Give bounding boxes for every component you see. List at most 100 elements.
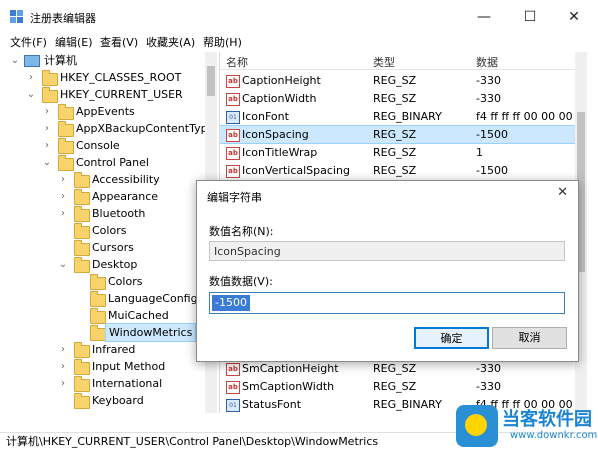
cancel-button[interactable]: 取消: [492, 327, 567, 349]
value-data: -330: [476, 74, 501, 87]
value-row[interactable]: 01 IconFont REG_BINARY f4 ff ff ff 00 00…: [220, 108, 575, 125]
tree-node-appxbackup[interactable]: › AppXBackupContentType: [0, 120, 214, 137]
maximize-button[interactable]: ☐: [516, 6, 544, 28]
chevron-down-icon[interactable]: ⌄: [26, 86, 36, 103]
folder-icon: [74, 189, 90, 205]
folder-icon: [42, 70, 58, 86]
tree-node-appevents[interactable]: › AppEvents: [0, 103, 205, 120]
folder-icon: [58, 121, 74, 137]
folder-icon: [74, 240, 90, 256]
value-name-label: 数值名称(N):: [209, 225, 274, 238]
status-bar: 计算机\HKEY_CURRENT_USER\Control Panel\Desk…: [0, 432, 598, 451]
tree-node-languageconfig[interactable]: LanguageConfigu: [0, 290, 205, 307]
tree-node-keyboard[interactable]: Keyboard: [0, 392, 205, 409]
menu-favorites[interactable]: 收藏夹(A): [146, 34, 195, 50]
chevron-right-icon[interactable]: ›: [58, 205, 68, 222]
chevron-right-icon[interactable]: ›: [42, 103, 52, 120]
status-path: 计算机\HKEY_CURRENT_USER\Control Panel\Desk…: [6, 435, 379, 448]
tree-node-computer[interactable]: ⌄ 计算机: [0, 52, 205, 69]
tree-node-muicached[interactable]: MuiCached: [0, 307, 205, 324]
tree-node-international[interactable]: › International: [0, 375, 205, 392]
chevron-right-icon[interactable]: ›: [58, 188, 68, 205]
tree-label: AppXBackupContentType: [76, 122, 215, 135]
tree-label: HKEY_CURRENT_USER: [60, 88, 183, 101]
tree-node-bluetooth[interactable]: › Bluetooth: [0, 205, 205, 222]
tree-label: Input Method: [92, 360, 166, 373]
folder-icon: [90, 274, 106, 290]
folder-icon: [74, 359, 90, 375]
tree-node-hkcu[interactable]: ⌄ HKEY_CURRENT_USER: [0, 86, 205, 103]
chevron-right-icon[interactable]: ›: [42, 120, 52, 137]
folder-icon: [58, 155, 74, 171]
value-type: REG_SZ: [373, 164, 417, 177]
chevron-right-icon[interactable]: ›: [58, 358, 68, 375]
value-row[interactable]: ab IconTitleWrap REG_SZ 1: [220, 144, 575, 161]
chevron-right-icon[interactable]: ›: [42, 137, 52, 154]
menu-view[interactable]: 查看(V): [100, 34, 138, 50]
menu-file[interactable]: 文件(F): [10, 34, 47, 50]
minimize-button[interactable]: —: [470, 6, 498, 28]
dialog-title: 编辑字符串: [207, 191, 262, 204]
tree-node-colors[interactable]: Colors: [0, 222, 205, 239]
column-header-type[interactable]: 类型: [373, 54, 395, 70]
value-row[interactable]: ab IconVerticalSpacing REG_SZ -1500: [220, 162, 575, 179]
value-data: -330: [476, 380, 501, 393]
value-row[interactable]: ab SmCaptionWidth REG_SZ -330: [220, 378, 575, 395]
watermark-url: www.downkr.com: [510, 430, 598, 441]
chevron-right-icon[interactable]: ›: [26, 69, 36, 86]
chevron-right-icon[interactable]: ›: [58, 375, 68, 392]
close-button[interactable]: ✕: [560, 6, 588, 28]
menu-edit[interactable]: 编辑(E): [55, 34, 93, 50]
tree-node-desktop-colors[interactable]: Colors: [0, 273, 205, 290]
chevron-right-icon[interactable]: ›: [58, 341, 68, 358]
tree-label: LanguageConfigu: [108, 292, 205, 305]
folder-icon: [58, 138, 74, 154]
tree-node-input-method[interactable]: › Input Method: [0, 358, 205, 375]
tree-node-control-panel[interactable]: ⌄ Control Panel: [0, 154, 205, 171]
value-name: IconFont: [242, 110, 289, 123]
value-data: -330: [476, 362, 501, 375]
value-type: REG_SZ: [373, 362, 417, 375]
tree-node-hkcr[interactable]: › HKEY_CLASSES_ROOT: [0, 69, 205, 86]
tree-label: Desktop: [92, 258, 138, 271]
chevron-down-icon[interactable]: ⌄: [42, 154, 52, 171]
folder-icon: [90, 291, 106, 307]
tree-node-cursors[interactable]: Cursors: [0, 239, 205, 256]
tree-node-accessibility[interactable]: › Accessibility: [0, 171, 205, 188]
tree-label: Colors: [108, 275, 143, 288]
value-row-selected[interactable]: ab IconSpacing REG_SZ -1500: [220, 125, 575, 144]
binary-value-icon: 01: [226, 399, 240, 412]
value-row[interactable]: ab CaptionHeight REG_SZ -330: [220, 72, 575, 89]
menu-bar: 文件(F) 编辑(E) 查看(V) 收藏夹(A) 帮助(H): [0, 34, 598, 50]
tree-scrollbar-thumb[interactable]: [207, 66, 215, 96]
dialog-close-button[interactable]: ✕: [557, 185, 568, 200]
tree-label: International: [92, 377, 163, 390]
folder-icon: [58, 104, 74, 120]
value-row[interactable]: ab CaptionWidth REG_SZ -330: [220, 90, 575, 107]
menu-help[interactable]: 帮助(H): [203, 34, 242, 50]
tree-label-selected: WindowMetrics: [104, 323, 197, 342]
list-header: 名称 类型 数据: [220, 52, 575, 70]
folder-icon: [74, 206, 90, 222]
tree-node-windowmetrics[interactable]: WindowMetrics: [0, 323, 205, 342]
tree-node-desktop[interactable]: ⌄ Desktop: [0, 256, 205, 273]
tree-node-infrared[interactable]: › Infrared: [0, 341, 205, 358]
value-row[interactable]: ab SmCaptionHeight REG_SZ -330: [220, 360, 575, 377]
folder-icon: [90, 308, 106, 324]
folder-icon: [74, 257, 90, 273]
tree-node-console[interactable]: › Console: [0, 137, 205, 154]
value-type: REG_SZ: [373, 146, 417, 159]
value-type: REG_BINARY: [373, 398, 442, 411]
chevron-down-icon[interactable]: ⌄: [58, 256, 68, 273]
column-header-name[interactable]: 名称: [226, 54, 248, 70]
folder-icon: [42, 87, 58, 103]
tree-node-appearance[interactable]: › Appearance: [0, 188, 205, 205]
value-data-input[interactable]: -1500: [209, 292, 565, 314]
tree-label: Appearance: [92, 190, 159, 203]
chevron-down-icon[interactable]: ⌄: [10, 52, 20, 69]
string-value-icon: ab: [226, 381, 240, 394]
column-header-data[interactable]: 数据: [476, 54, 498, 70]
computer-icon: [24, 55, 40, 67]
chevron-right-icon[interactable]: ›: [58, 171, 68, 188]
ok-button[interactable]: 确定: [414, 327, 489, 349]
